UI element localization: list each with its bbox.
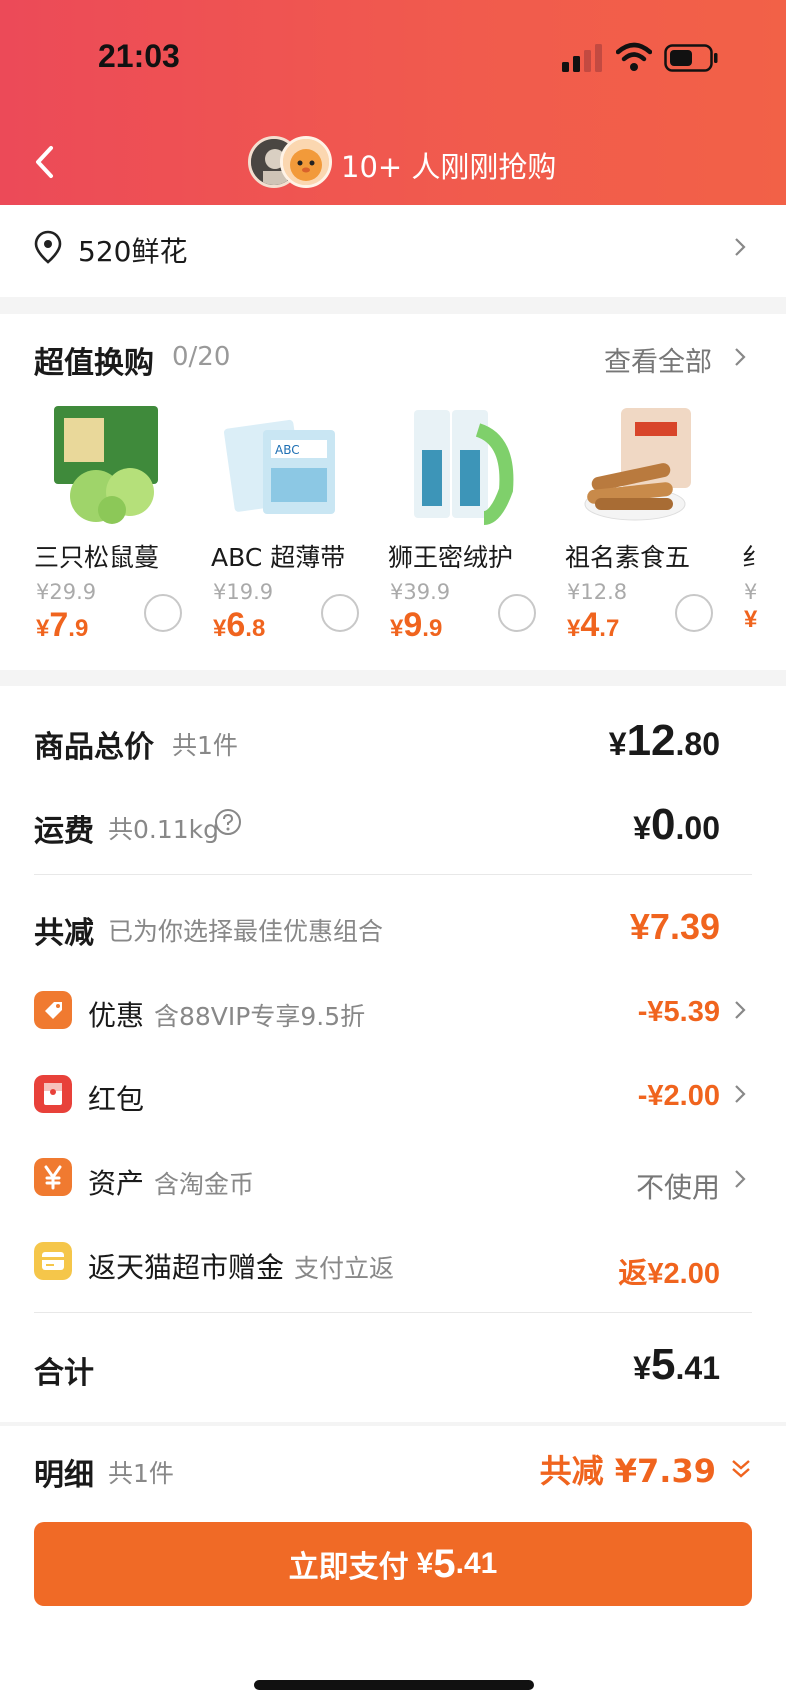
product-price: ¥6.8 [213,606,266,644]
chevron-right-icon [735,1170,746,1188]
divider [34,1312,752,1313]
status-time: 21:03 [98,38,180,74]
total-amount: ¥5.41 [633,1340,720,1389]
shipping-label: 运费 [34,814,94,849]
avatar [280,136,332,188]
cashback-amount: 返¥2.00 [618,1258,720,1290]
product-name: 纟 [742,543,768,572]
chevron-right-icon [735,1001,746,1019]
pay-currency: ¥ [416,1547,434,1580]
double-chevron-down-icon[interactable] [728,1456,754,1482]
product-original-price: ¥29.9 [36,580,97,604]
cashback-label: 返天猫超市赠金 [88,1251,285,1284]
product-image [584,408,691,521]
product-select-radio[interactable] [144,594,182,632]
discount-tag-icon [34,991,72,1029]
product-original-price: ¥19.9 [213,580,274,604]
home-indicator [254,1680,534,1690]
address-label: 520鲜花 [78,235,188,268]
product-name: 狮王密绒护 [388,543,514,572]
product-select-radio[interactable] [498,594,536,632]
recent-buyers-text: 10+ 人刚刚抢购 [341,150,557,184]
product-name: 祖名素食五 [565,543,691,572]
asset-label: 资产 [88,1167,145,1200]
yen-asset-icon [34,1158,72,1196]
red-packet-label: 红包 [88,1083,145,1116]
product-select-radio[interactable] [321,594,359,632]
discount-subtitle: 含88VIP专享9.5折 [154,1002,366,1031]
red-packet-amount[interactable]: -¥2.00 [638,1080,720,1113]
goods-total-label: 商品总价 [34,730,154,765]
product-price: ¥4.7 [567,606,620,644]
swap-product[interactable]: 三只松鼠蔓 ¥29.9 ¥7.9 [34,400,184,644]
reduce-amount: ¥7.39 [629,906,720,947]
gift-card-icon [34,1242,72,1280]
chevron-right-icon [735,1085,746,1103]
detail-label[interactable]: 明细 [34,1450,94,1494]
battery-icon [664,44,718,72]
chevron-right-icon [735,238,746,256]
location-pin-icon [34,230,62,264]
total-label: 合计 [34,1356,94,1391]
goods-count: 共1件 [172,731,238,760]
product-price: ¥9.9 [390,606,443,644]
pay-amount-int: 5 [433,1541,456,1586]
product-image [414,410,514,525]
svg-text:ABC: ABC [275,443,300,457]
reduce-subtitle: 已为你选择最佳优惠组合 [108,917,384,946]
shipping-weight: 共0.11kg [108,815,220,844]
product-name: ABC 超薄带 [211,543,346,572]
product-image: ABC [224,419,335,514]
goods-total-amount: ¥12.80 [608,716,720,765]
cashback-subtitle: 支付立返 [294,1254,395,1283]
chevron-right-icon [735,348,746,366]
discount-amount[interactable]: -¥5.39 [638,996,720,1029]
help-circle-icon[interactable] [214,808,242,836]
pay-now-button[interactable]: 立即支付 ¥ 5 .41 [34,1522,752,1606]
product-price: ¥ [744,606,758,633]
reduce-label: 共减 [34,916,94,951]
product-price: ¥7.9 [36,606,89,644]
product-original-price: ¥39.9 [390,580,451,604]
asset-subtitle: 含淘金币 [154,1170,255,1199]
detail-total-reduce[interactable]: 共减 ¥7.39 [540,1446,716,1492]
view-all-link[interactable]: 查看全部 [604,340,712,379]
swap-product[interactable]: 狮王密绒护 ¥39.9 ¥9.9 [388,400,538,644]
product-original-price: ¥12.8 [567,580,628,604]
swap-count: 0/20 [172,342,231,372]
back-button[interactable] [24,140,64,184]
product-image [54,406,158,524]
product-original-price: ¥ [744,580,758,604]
swap-product[interactable]: 祖名素食五 ¥12.8 ¥4.7 [565,400,715,644]
pay-amount-dec: .41 [455,1547,498,1580]
divider [34,874,752,875]
signal-icon [562,44,602,72]
detail-count: 共1件 [108,1459,174,1488]
pay-label: 立即支付 [288,1550,409,1585]
swap-product[interactable]: 纟 ¥ ¥ [742,400,786,640]
swap-product[interactable]: ABC ABC 超薄带 ¥19.9 ¥6.8 [211,400,361,644]
shipping-amount: ¥0.00 [633,800,720,849]
product-select-radio[interactable] [675,594,713,632]
product-name: 三只松鼠蔓 [34,543,160,572]
red-packet-icon [34,1075,72,1113]
swap-title: 超值换购 [34,346,154,381]
wifi-icon [616,42,652,71]
back-arrow-icon [36,146,53,178]
asset-amount[interactable]: 不使用 [636,1166,720,1206]
discount-label: 优惠 [88,999,145,1032]
